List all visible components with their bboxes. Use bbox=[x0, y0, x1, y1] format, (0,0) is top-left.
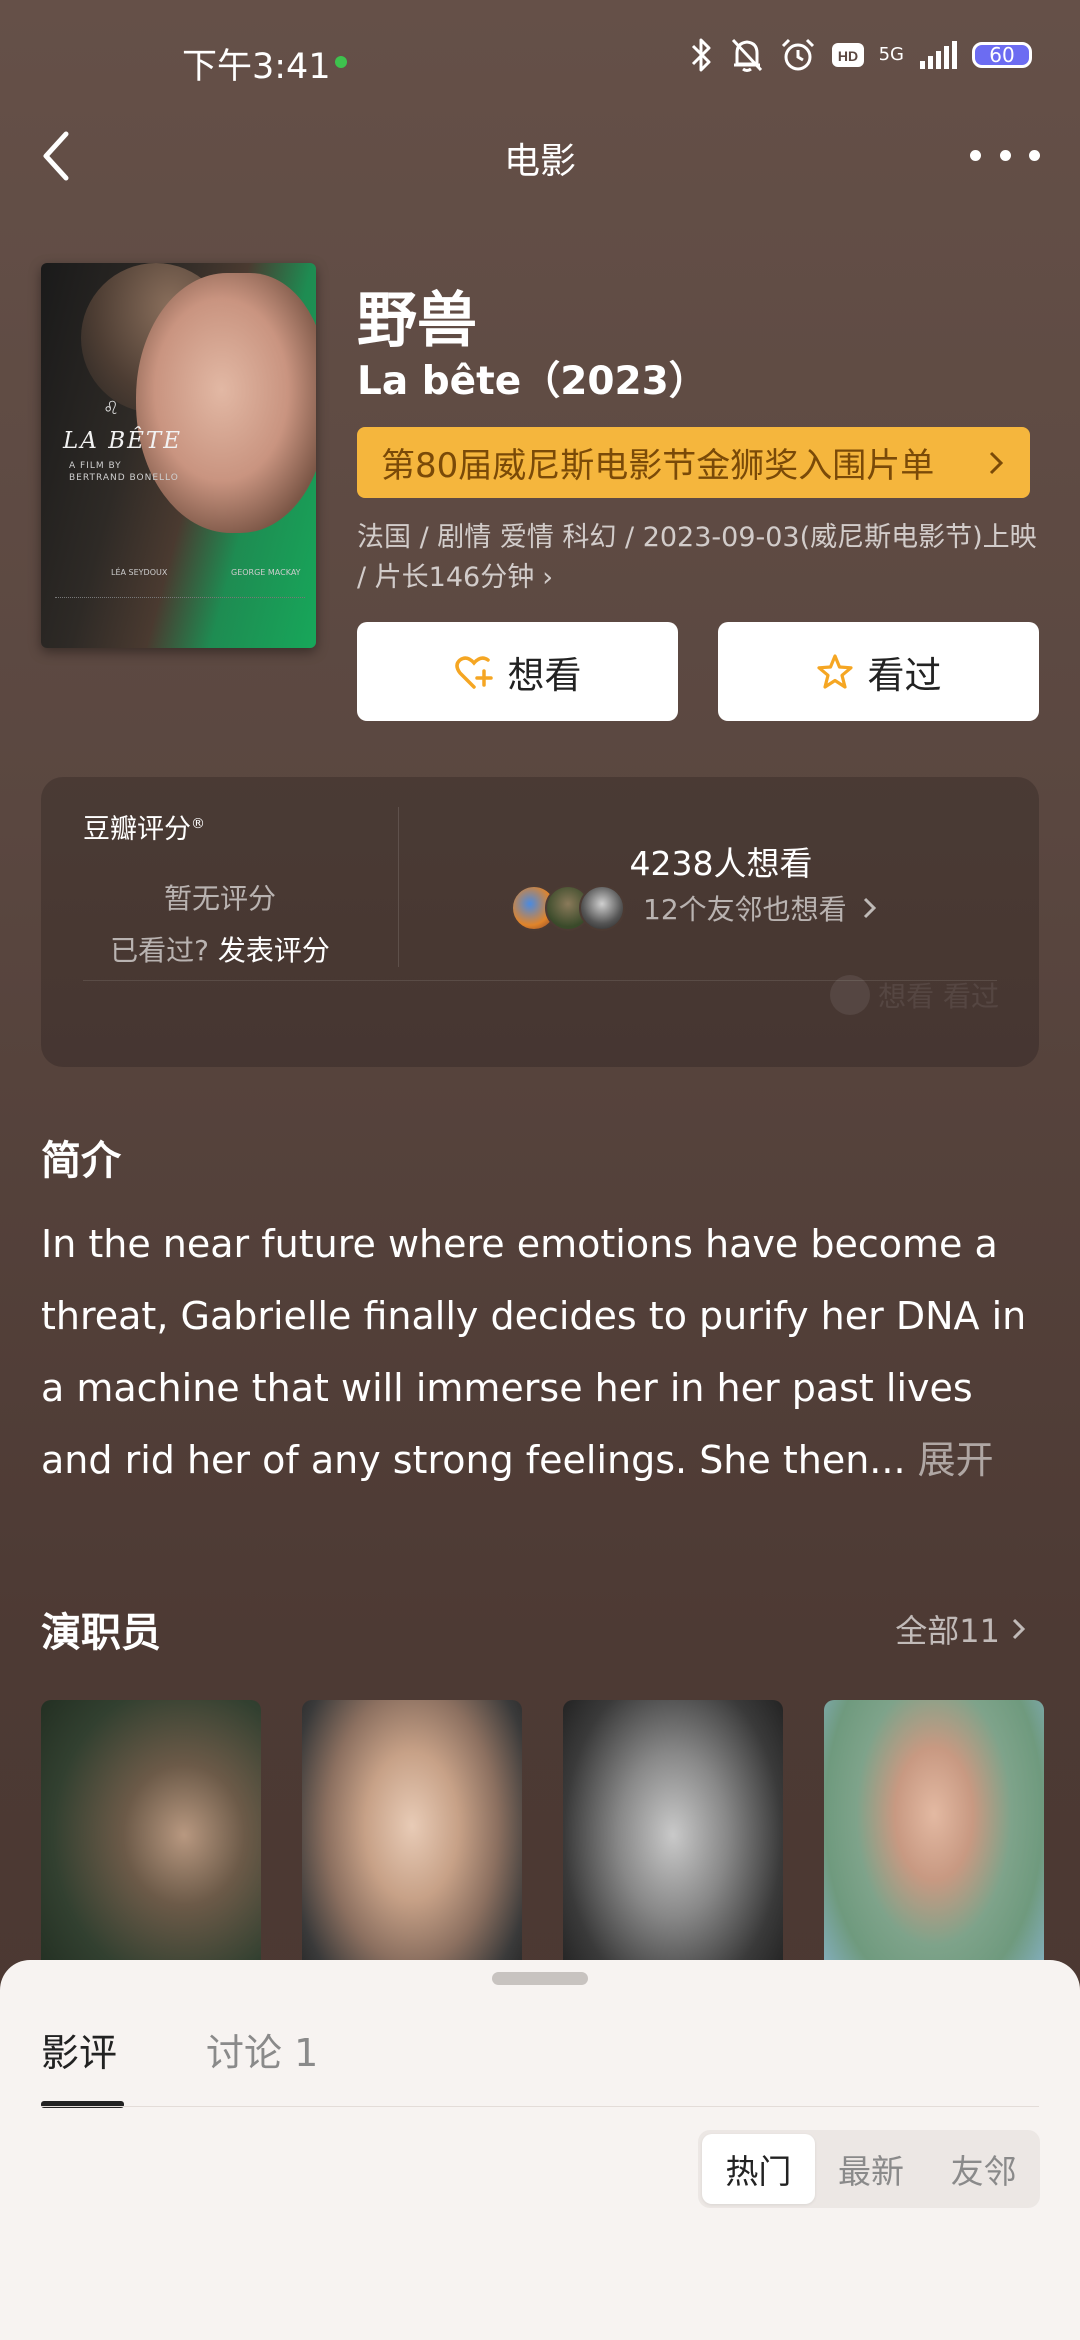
signal-icon bbox=[920, 41, 957, 69]
cast-photo[interactable] bbox=[824, 1700, 1044, 2000]
synopsis-text: In the near future where emotions have b… bbox=[41, 1222, 1027, 1482]
bluetooth-icon bbox=[691, 38, 711, 72]
rating-none: 暂无评分 bbox=[163, 882, 276, 915]
chevron-right-icon bbox=[1012, 1618, 1026, 1640]
tab-reviews[interactable]: 影评 bbox=[41, 2022, 117, 2077]
cast-view-all-label: 全部11 bbox=[895, 1612, 1000, 1650]
tab-discussion[interactable]: 讨论 1 bbox=[206, 2022, 318, 2077]
write-rating-link[interactable]: 发表评分 bbox=[218, 934, 330, 967]
sheet-divider bbox=[41, 2106, 1039, 2107]
movie-title: 野兽 bbox=[357, 286, 477, 356]
poster-title: LA BÊTE bbox=[63, 428, 183, 454]
award-banner[interactable]: 第80届威尼斯电影节金狮奖入围片单 bbox=[357, 427, 1030, 498]
poster-credits bbox=[55, 597, 305, 618]
sheet-drag-handle[interactable] bbox=[492, 1972, 588, 1985]
nav-bar: 电影 bbox=[0, 110, 1080, 202]
sort-friends[interactable]: 友邻 bbox=[927, 2134, 1040, 2204]
poster-face bbox=[136, 273, 316, 533]
heart-plus-icon bbox=[454, 655, 493, 689]
more-icon[interactable] bbox=[970, 140, 1040, 170]
rating-card: 豆瓣评分® 暂无评分 已看过? 发表评分 4238人想看 12个友邻也想看 想看… bbox=[41, 777, 1039, 1067]
cast-title: 演职员 bbox=[41, 1610, 161, 1656]
poster-director: BERTRAND BONELLO bbox=[69, 473, 179, 483]
page-title: 电影 bbox=[503, 141, 576, 182]
status-bar: 下午3:41 HD 5G 60 bbox=[0, 0, 1080, 120]
alarm-icon bbox=[781, 38, 814, 71]
movie-original-title: La bête（2023） bbox=[357, 359, 708, 404]
rating-prompt-text: 已看过? bbox=[110, 934, 209, 967]
festival-logo-icon: ♌ bbox=[103, 398, 120, 419]
cast-photo[interactable] bbox=[563, 1700, 783, 2000]
poster-subtitle: A FILM BY bbox=[69, 461, 122, 471]
status-time: 下午3:41 bbox=[182, 47, 331, 87]
poster-actor-1: LÉA SEYDOUX bbox=[111, 568, 168, 577]
movie-poster[interactable]: ♌ LA BÊTE A FILM BY BERTRAND BONELLO LÉA… bbox=[41, 263, 316, 648]
movie-meta[interactable]: 法国 / 剧情 爱情 科幻 / 2023-09-03(威尼斯电影节)上映 / 片… bbox=[357, 518, 1037, 598]
chevron-right-icon bbox=[863, 897, 876, 919]
bell-off-icon bbox=[731, 38, 762, 72]
cast-photo[interactable] bbox=[41, 1700, 261, 2000]
battery-icon: 60 bbox=[972, 42, 1032, 68]
status-icons: HD 5G 60 bbox=[689, 36, 1032, 74]
want-to-watch-button[interactable]: 想看 bbox=[357, 622, 678, 721]
sort-selector: 热门 最新 友邻 bbox=[698, 2130, 1040, 2208]
star-icon bbox=[816, 653, 853, 689]
network-type: 5G bbox=[878, 44, 904, 65]
watched-label: 看过 bbox=[867, 653, 942, 697]
avatar bbox=[579, 885, 625, 931]
battery-level: 60 bbox=[989, 43, 1015, 67]
rating-label-text: 豆瓣评分 bbox=[83, 814, 191, 845]
friends-want-row[interactable]: 12个友邻也想看 bbox=[511, 885, 883, 931]
rating-label: 豆瓣评分® bbox=[83, 807, 205, 846]
rating-divider bbox=[398, 807, 399, 967]
poster-actor-2: GEORGE MACKAY bbox=[231, 568, 301, 577]
hd-icon: HD bbox=[831, 43, 864, 67]
cast-view-all[interactable]: 全部11 bbox=[895, 1606, 1030, 1652]
watermark: 想看 看过 bbox=[830, 975, 999, 1015]
watched-button[interactable]: 看过 bbox=[718, 622, 1039, 721]
registered-mark: ® bbox=[191, 816, 205, 832]
synopsis[interactable]: In the near future where emotions have b… bbox=[41, 1208, 1041, 1496]
chevron-right-icon bbox=[989, 451, 1004, 474]
watermark-icon bbox=[830, 975, 871, 1015]
sort-latest[interactable]: 最新 bbox=[815, 2134, 928, 2204]
sort-hot[interactable]: 热门 bbox=[702, 2134, 815, 2204]
friends-want-text: 12个友邻也想看 bbox=[643, 893, 847, 926]
watermark-text: 想看 看过 bbox=[878, 980, 999, 1013]
movie-meta-text: 法国 / 剧情 爱情 科幻 / 2023-09-03(威尼斯电影节)上映 / 片… bbox=[357, 522, 1037, 593]
expand-link[interactable]: 展开 bbox=[918, 1438, 994, 1482]
cast-photo[interactable] bbox=[302, 1700, 522, 2000]
want-to-watch-label: 想看 bbox=[507, 653, 582, 697]
intro-title: 简介 bbox=[41, 1138, 121, 1184]
rating-prompt: 已看过? 发表评分 bbox=[41, 929, 399, 969]
chevron-right-icon: › bbox=[542, 562, 554, 593]
recording-indicator-icon bbox=[335, 56, 347, 68]
svg-text:HD: HD bbox=[837, 48, 857, 64]
want-count: 4238人想看 bbox=[629, 844, 813, 883]
reviews-bottom-sheet: 影评 讨论 1 热门 最新 友邻 bbox=[0, 1960, 1080, 2340]
award-text: 第80届威尼斯电影节金狮奖入围片单 bbox=[381, 446, 935, 486]
